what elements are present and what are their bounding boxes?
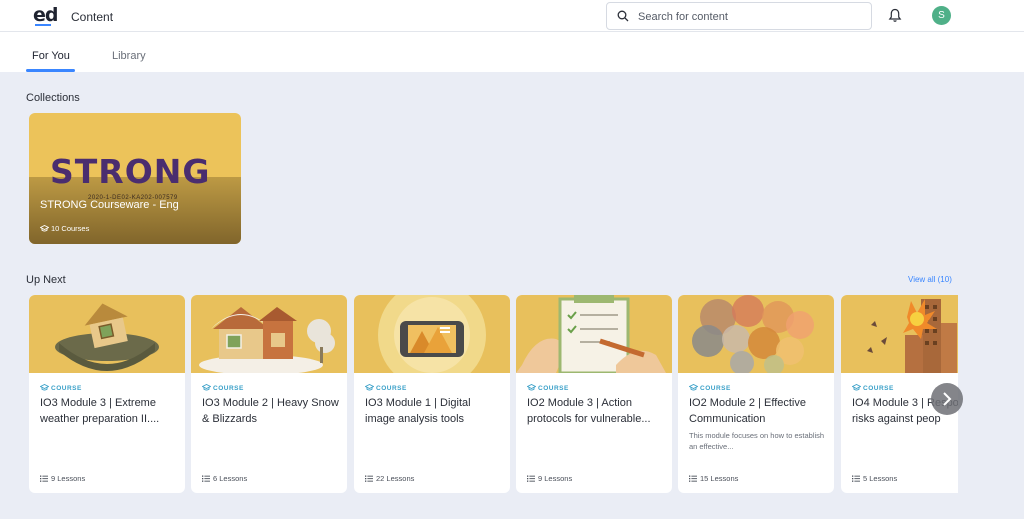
- list-icon: [365, 475, 373, 482]
- course-title[interactable]: IO3 Module 2 | Heavy Snow & Blizzards: [202, 395, 340, 427]
- snow-house-thumbnail: [191, 295, 347, 373]
- course-title[interactable]: IO3 Module 3 | Extreme weather preparati…: [40, 395, 178, 427]
- graduation-cap-icon: [39, 383, 50, 391]
- course-badge-label: COURSE: [376, 385, 407, 392]
- course-title[interactable]: IO3 Module 1 | Digital image analysis to…: [365, 395, 503, 427]
- collection-count: 10 Courses: [39, 224, 90, 233]
- list-icon: [202, 475, 210, 482]
- tab-for-you[interactable]: For You: [32, 50, 70, 62]
- search-icon: [617, 10, 629, 22]
- chevron-right-icon: [943, 392, 952, 406]
- lesson-count: 15 Lessons: [689, 474, 738, 483]
- lesson-count-label: 15 Lessons: [700, 474, 739, 483]
- phone-mountains-thumbnail: [354, 295, 510, 373]
- course-badge-label: COURSE: [538, 385, 569, 392]
- course-card[interactable]: COURSE IO3 Module 1 | Digital image anal…: [354, 295, 510, 493]
- course-title[interactable]: IO2 Module 3 | Action protocols for vuln…: [527, 395, 665, 427]
- page-title: Content: [71, 10, 114, 24]
- course-badge-label: COURSE: [863, 385, 894, 392]
- lesson-count-label: 9 Lessons: [538, 474, 573, 483]
- course-badge-label: COURSE: [213, 385, 244, 392]
- course-badge: COURSE: [526, 383, 569, 392]
- active-tab-indicator: [26, 69, 75, 72]
- collection-count-label: 10 Courses: [51, 224, 90, 233]
- course-badge-label: COURSE: [51, 385, 82, 392]
- course-card[interactable]: COURSE IO2 Module 2 | Effective Communic…: [678, 295, 834, 493]
- speech-bubbles-thumbnail: [678, 295, 834, 373]
- tab-bar: For You Library: [0, 32, 1024, 72]
- lesson-count: 9 Lessons: [40, 474, 85, 483]
- collection-title[interactable]: STRONG Courseware - Eng: [40, 199, 179, 211]
- carousel-next-button[interactable]: [931, 383, 963, 415]
- course-badge: COURSE: [39, 383, 82, 392]
- lesson-count-label: 9 Lessons: [51, 474, 86, 483]
- lesson-count-label: 22 Lessons: [376, 474, 415, 483]
- app-logo[interactable]: ed: [33, 4, 58, 26]
- tab-library[interactable]: Library: [112, 50, 146, 62]
- course-badge: COURSE: [201, 383, 244, 392]
- search-input[interactable]: [638, 7, 863, 26]
- logo-underline: [35, 24, 51, 26]
- lesson-count: 9 Lessons: [527, 474, 572, 483]
- flood-house-thumbnail: [29, 295, 185, 373]
- course-badge: COURSE: [688, 383, 731, 392]
- graduation-cap-icon: [851, 383, 862, 391]
- course-card[interactable]: COURSE IO3 Module 3 | Extreme weather pr…: [29, 295, 185, 493]
- list-icon: [852, 475, 860, 482]
- checklist-thumbnail: [516, 295, 672, 373]
- graduation-cap-icon: [688, 383, 699, 391]
- graduation-cap-icon: [526, 383, 537, 391]
- course-badge: COURSE: [364, 383, 407, 392]
- bell-icon[interactable]: [888, 8, 902, 23]
- search-box[interactable]: [606, 2, 872, 30]
- lesson-count-label: 5 Lessons: [863, 474, 898, 483]
- course-title[interactable]: IO2 Module 2 | Effective Communication: [689, 395, 827, 427]
- course-badge: COURSE: [851, 383, 894, 392]
- top-header: ed Content S: [0, 0, 1024, 32]
- view-all-link[interactable]: View all (10): [908, 275, 952, 284]
- lesson-count: 22 Lessons: [365, 474, 414, 483]
- graduation-cap-icon: [39, 224, 50, 232]
- lesson-count: 5 Lessons: [852, 474, 897, 483]
- lesson-count-label: 6 Lessons: [213, 474, 248, 483]
- course-card[interactable]: COURSE IO3 Module 2 | Heavy Snow & Blizz…: [191, 295, 347, 493]
- course-description: This module focuses on how to establish …: [689, 431, 825, 451]
- course-card[interactable]: COURSE IO2 Module 3 | Action protocols f…: [516, 295, 672, 493]
- graduation-cap-icon: [201, 383, 212, 391]
- collection-logo-text: STRONG: [50, 152, 211, 191]
- list-icon: [527, 475, 535, 482]
- list-icon: [40, 475, 48, 482]
- collections-heading: Collections: [26, 92, 80, 104]
- carousel-clip: [958, 290, 1024, 500]
- list-icon: [689, 475, 697, 482]
- up-next-heading: Up Next: [26, 274, 66, 286]
- course-badge-label: COURSE: [700, 385, 731, 392]
- lesson-count: 6 Lessons: [202, 474, 247, 483]
- avatar[interactable]: S: [932, 6, 951, 25]
- graduation-cap-icon: [364, 383, 375, 391]
